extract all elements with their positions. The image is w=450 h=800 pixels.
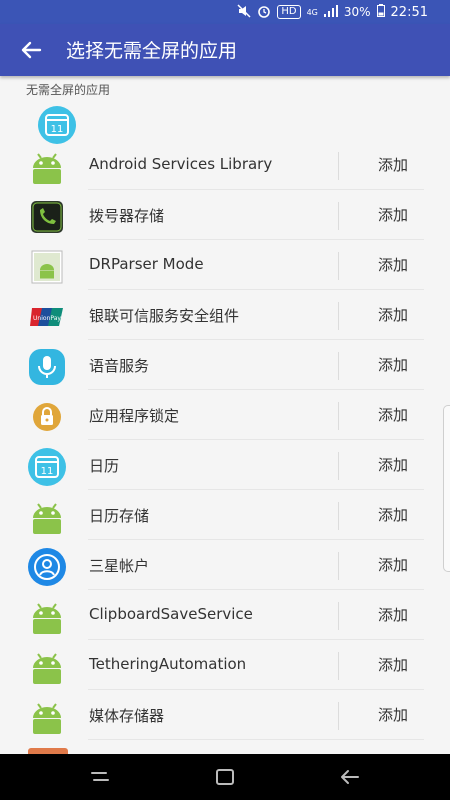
status-bar: HD 4G 30% 22:51: [0, 0, 450, 24]
app-name: 应用程序锁定: [89, 407, 180, 425]
app-name: ClipboardSaveService: [89, 605, 253, 623]
app-list: Android Services Library 添加 拨号器存储 添加 DRParse…: [0, 140, 450, 740]
list-item: 语音服务 添加: [0, 340, 450, 390]
list-item: 媒体存储器 添加: [0, 690, 450, 740]
divider: [338, 502, 339, 530]
add-button[interactable]: 添加: [368, 354, 418, 375]
android-icon: [28, 698, 66, 736]
svg-text:11: 11: [41, 466, 54, 477]
svg-text:11: 11: [51, 124, 64, 135]
android-doc-icon: [28, 248, 66, 286]
hd-badge: HD: [277, 5, 301, 19]
divider: [338, 652, 339, 680]
calendar-icon: 11: [38, 106, 76, 144]
page-title: 选择无需全屏的应用: [66, 40, 238, 62]
unionpay-icon: UnionPay: [28, 298, 66, 336]
signal-icon: [323, 4, 338, 20]
battery-percent: 30%: [343, 5, 371, 19]
list-item: ClipboardSaveService 添加: [0, 590, 450, 640]
edge-panel-handle[interactable]: [443, 405, 450, 572]
mute-icon: [237, 3, 251, 21]
app-name: 媒体存储器: [89, 707, 165, 725]
add-button[interactable]: 添加: [368, 204, 418, 225]
list-item: 三星帐户 添加: [0, 540, 450, 590]
navigation-bar: [0, 754, 450, 800]
app-name: 三星帐户: [89, 557, 150, 575]
add-button[interactable]: 添加: [368, 454, 418, 475]
phone-icon: [28, 198, 66, 236]
alarm-icon: [257, 4, 271, 21]
account-icon: [28, 548, 66, 586]
add-button[interactable]: 添加: [368, 404, 418, 425]
android-icon: [28, 498, 66, 536]
divider: [338, 152, 339, 180]
battery-icon: [376, 4, 385, 20]
app-lock-icon: [28, 398, 66, 436]
add-button[interactable]: 添加: [368, 704, 418, 725]
app-name: Android Services Library: [89, 155, 273, 173]
app-bar: 选择无需全屏的应用: [0, 24, 450, 76]
back-icon[interactable]: [338, 765, 362, 789]
list-item: UnionPay 银联可信服务安全组件 添加: [0, 290, 450, 340]
app-name: 语音服务: [89, 357, 150, 375]
list-item: DRParser Mode 添加: [0, 240, 450, 290]
app-name: 拨号器存储: [89, 207, 165, 225]
list-item: 应用程序锁定 添加: [0, 390, 450, 440]
divider: [338, 352, 339, 380]
app-name: DRParser Mode: [89, 255, 204, 273]
app-name: 日历存储: [89, 507, 150, 525]
list-item: 11 日历 添加: [0, 440, 450, 490]
clock: 22:51: [390, 4, 428, 20]
app-name: 日历: [89, 457, 120, 475]
android-icon: [28, 598, 66, 636]
list-item: Android Services Library 添加: [0, 140, 450, 190]
calendar-icon: 11: [28, 448, 66, 486]
add-button[interactable]: 添加: [368, 304, 418, 325]
back-arrow-icon[interactable]: [18, 37, 44, 63]
divider: [338, 602, 339, 630]
add-button[interactable]: 添加: [368, 504, 418, 525]
svg-text:UnionPay: UnionPay: [33, 315, 61, 322]
recents-icon[interactable]: [88, 765, 112, 789]
network-type: 4G: [306, 7, 318, 17]
add-button[interactable]: 添加: [368, 154, 418, 175]
add-button[interactable]: 添加: [368, 554, 418, 575]
app-name: 银联可信服务安全组件: [89, 307, 240, 325]
microphone-icon: [28, 348, 66, 386]
android-icon: [28, 648, 66, 686]
section-header: 无需全屏的应用: [26, 83, 111, 97]
divider: [338, 202, 339, 230]
add-button[interactable]: 添加: [368, 654, 418, 675]
divider: [338, 452, 339, 480]
divider: [338, 302, 339, 330]
list-item: TetheringAutomation 添加: [0, 640, 450, 690]
android-icon: [28, 148, 66, 186]
divider: [338, 252, 339, 280]
home-icon[interactable]: [213, 765, 237, 789]
add-button[interactable]: 添加: [368, 604, 418, 625]
app-name: TetheringAutomation: [89, 655, 247, 673]
divider: [338, 552, 339, 580]
list-item: 拨号器存储 添加: [0, 190, 450, 240]
list-item: 日历存储 添加: [0, 490, 450, 540]
row-separator: [88, 739, 424, 740]
divider: [338, 402, 339, 430]
add-button[interactable]: 添加: [368, 254, 418, 275]
divider: [338, 702, 339, 730]
